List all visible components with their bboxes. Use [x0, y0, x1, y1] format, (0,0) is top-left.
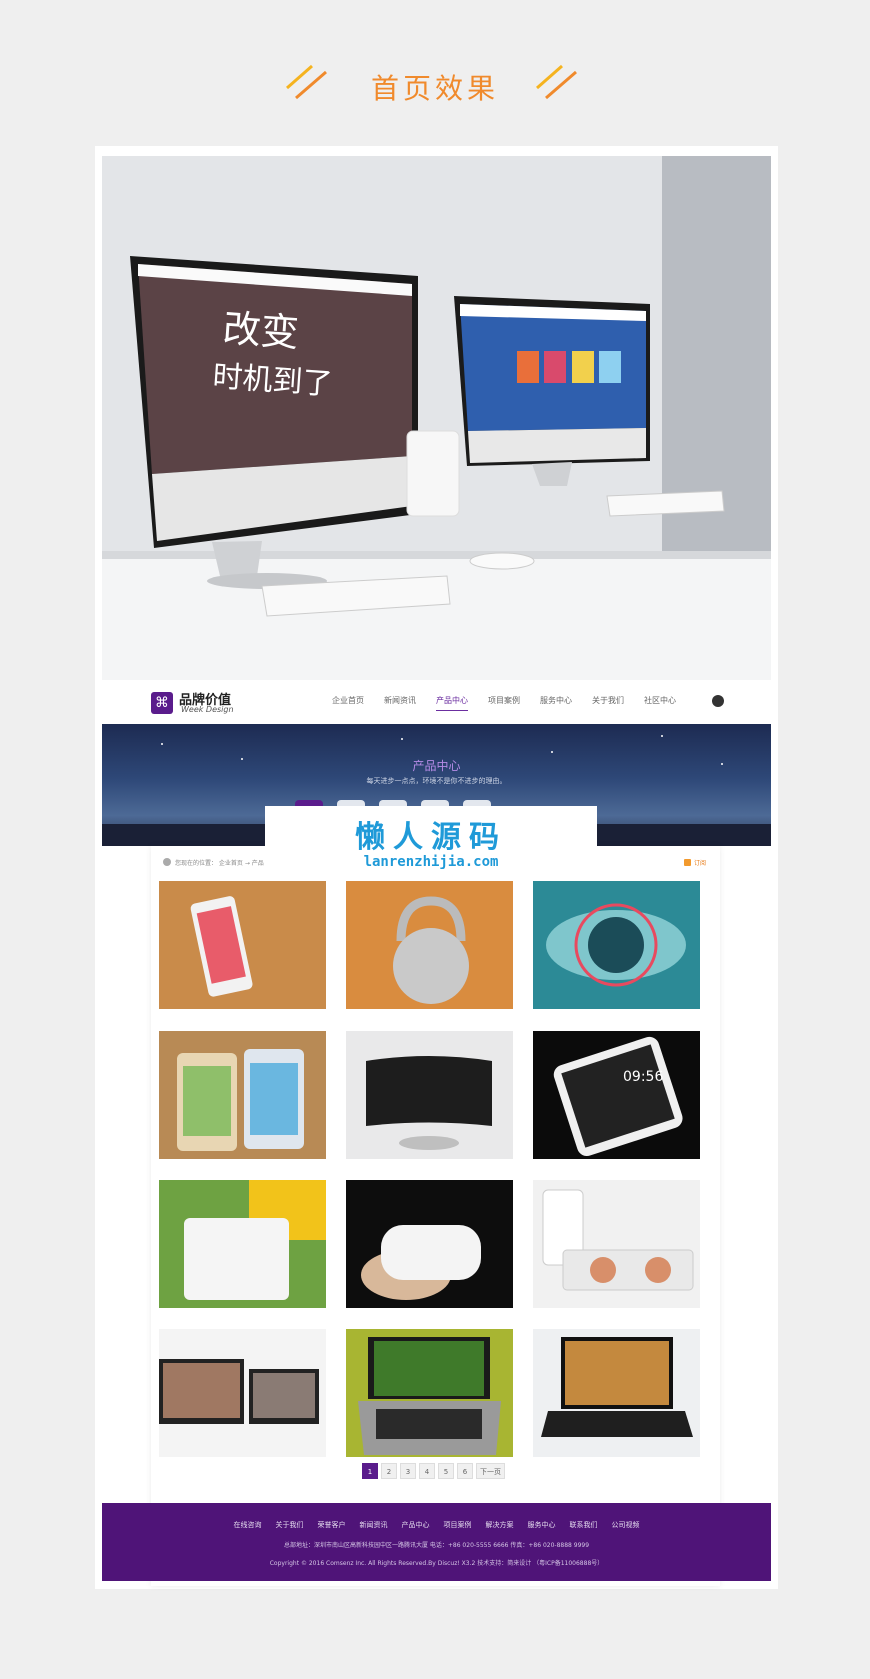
slash-decoration-icon: [536, 64, 577, 100]
menu-item-about[interactable]: 关于我们: [592, 695, 624, 711]
page-3-button[interactable]: 3: [400, 1463, 416, 1479]
watermark-cn: 懒人源码: [355, 820, 507, 855]
footer-link[interactable]: 在线咨询: [234, 1520, 262, 1530]
main-menu: 企业首页 新闻资讯 产品中心 项目案例 服务中心 关于我们 社区中心: [332, 695, 696, 711]
watermark-en: lanrenzhijia.com: [363, 854, 499, 870]
footer-link[interactable]: 解决方案: [486, 1520, 514, 1530]
menu-item-news[interactable]: 新闻资讯: [384, 695, 416, 711]
footer-link[interactable]: 项目案例: [444, 1520, 472, 1530]
banner-subtitle: 每天进步一点点，环境不是你不进步的理由。: [366, 777, 507, 785]
banner-title: 产品中心: [412, 759, 461, 773]
breadcrumb-text[interactable]: 您现在的位置： 企业首页 → 产品: [175, 860, 264, 867]
pagination: 1 2 3 4 5 6 下一页: [362, 1463, 508, 1479]
product-tile-smart-padlock[interactable]: [346, 881, 513, 1009]
product-tile-white-router[interactable]: [159, 1180, 326, 1308]
footer-link[interactable]: 联系我们: [570, 1520, 598, 1530]
product-tile-laptops-movie[interactable]: [159, 1329, 326, 1457]
footer-link[interactable]: 公司视频: [612, 1520, 640, 1530]
product-tile-curved-monitor[interactable]: [346, 1031, 513, 1159]
menu-item-community[interactable]: 社区中心: [644, 695, 676, 711]
product-panel: 您现在的位置： 企业首页 → 产品 订阅 09:56 1 2 3 4 5 6 下…: [151, 846, 720, 1586]
footer-link[interactable]: 产品中心: [402, 1520, 430, 1530]
logo-subtext: Week Design: [181, 705, 234, 714]
menu-item-products[interactable]: 产品中心: [436, 695, 468, 711]
next-page-button[interactable]: 下一页: [476, 1463, 505, 1479]
product-tile-eye-scan[interactable]: [533, 881, 700, 1009]
page-4-button[interactable]: 4: [419, 1463, 435, 1479]
rss-icon: [683, 859, 691, 866]
footer-links: 在线咨询 关于我们 荣誉客户 新闻资讯 产品中心 项目案例 解决方案 服务中心 …: [102, 1520, 771, 1530]
breadcrumb: 您现在的位置： 企业首页 → 产品: [163, 858, 264, 867]
page-1-button[interactable]: 1: [362, 1463, 378, 1479]
site-nav: ⌘ 品牌价值 Week Design 企业首页 新闻资讯 产品中心 项目案例 服…: [102, 680, 771, 724]
page-title: 首页效果: [370, 72, 499, 105]
footer-link[interactable]: 荣誉客户: [318, 1520, 346, 1530]
hero-image: 改变 时机到了: [102, 156, 771, 680]
watermark: 懒人源码 lanrenzhijia.com: [265, 806, 597, 874]
footer-link[interactable]: 关于我们: [276, 1520, 304, 1530]
page-2-button[interactable]: 2: [381, 1463, 397, 1479]
rss-link[interactable]: 订阅: [683, 858, 706, 867]
menu-item-home[interactable]: 企业首页: [332, 695, 364, 711]
footer-copyright: Copyright © 2016 Comsenz Inc. All Rights…: [269, 1560, 604, 1567]
product-tile-laptop-green[interactable]: [346, 1329, 513, 1457]
footer-link[interactable]: 新闻资讯: [360, 1520, 388, 1530]
footer-address: 总部地址：深圳市南山区高新科技园中区一路腾讯大厦 电话：+86 020-5555…: [283, 1542, 590, 1549]
product-tile-phone-speaker[interactable]: [533, 1180, 700, 1308]
rss-label: 订阅: [693, 860, 706, 867]
product-tile-phone-on-wood[interactable]: [159, 881, 326, 1009]
product-tile-black-phone[interactable]: 09:56: [533, 1031, 700, 1159]
site-footer: 在线咨询 关于我们 荣誉客户 新闻资讯 产品中心 项目案例 解决方案 服务中心 …: [102, 1503, 771, 1581]
product-tile-pocket-wifi[interactable]: [346, 1180, 513, 1308]
product-tile-laptop-game[interactable]: [533, 1329, 700, 1457]
footer-link[interactable]: 服务中心: [528, 1520, 556, 1530]
svg-text:09:56: 09:56: [623, 1069, 663, 1085]
menu-item-cases[interactable]: 项目案例: [488, 695, 520, 711]
home-icon[interactable]: [163, 858, 171, 866]
page-5-button[interactable]: 5: [438, 1463, 454, 1479]
product-tile-two-phones[interactable]: [159, 1031, 326, 1159]
page-6-button[interactable]: 6: [457, 1463, 473, 1479]
svg-text:改变: 改变: [221, 306, 300, 355]
menu-item-service[interactable]: 服务中心: [540, 695, 572, 711]
user-avatar-icon[interactable]: [712, 695, 724, 707]
page-header: 首页效果: [0, 52, 870, 112]
logo-icon[interactable]: ⌘: [151, 692, 173, 714]
